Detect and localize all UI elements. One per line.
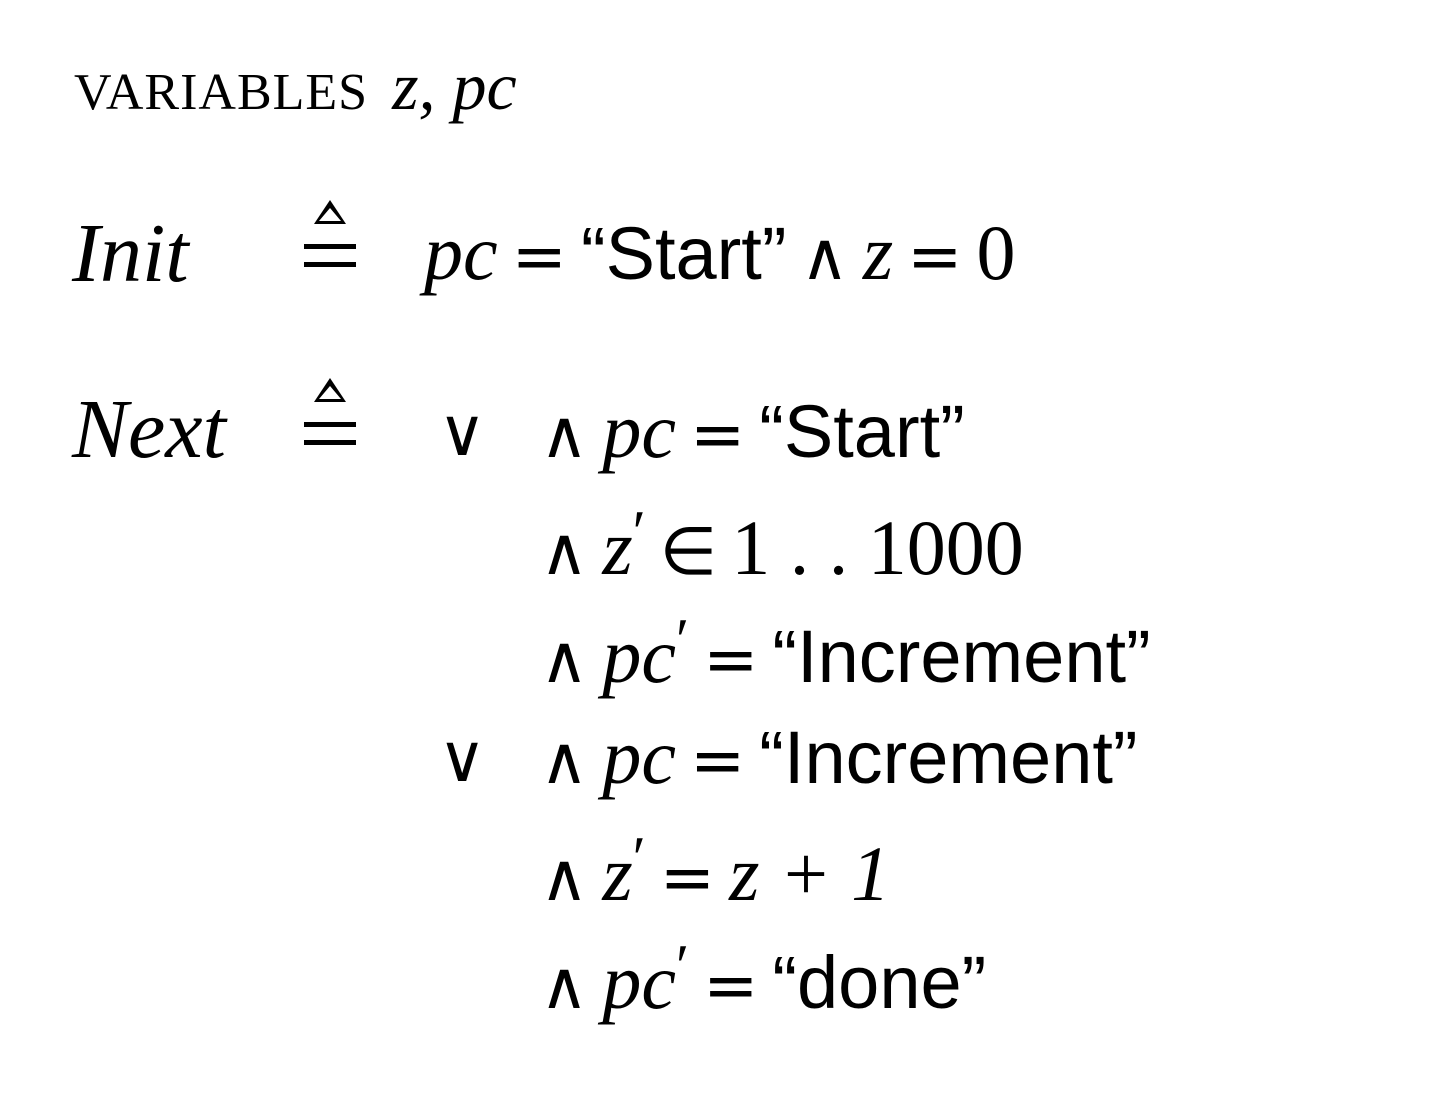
- defined-as-symbol: [300, 378, 360, 458]
- init-and: ∧: [800, 218, 849, 295]
- init-eq-2: =: [907, 218, 963, 295]
- operator: ∈: [659, 513, 718, 590]
- and-symbol: ∧: [540, 722, 589, 799]
- operator: =: [659, 839, 716, 916]
- variables-keyword: VARIABLES: [74, 64, 369, 121]
- prime-mark: ′: [675, 933, 690, 999]
- rhs: 1 . . 1000: [731, 504, 1024, 591]
- disjunct-or-2: ∨: [438, 720, 487, 797]
- conjunct-2-1: ∧ pc = “Increment”: [540, 718, 1138, 796]
- next-name: Next: [72, 383, 226, 476]
- init-var-z: z: [862, 209, 894, 296]
- init-zero: 0: [976, 209, 1016, 296]
- and-symbol: ∧: [540, 839, 589, 916]
- lhs: pc: [602, 387, 676, 474]
- and-symbol: ∧: [540, 513, 589, 590]
- rhs: “Increment”: [772, 615, 1151, 698]
- operator: =: [703, 621, 759, 698]
- operator: =: [689, 396, 746, 473]
- lhs: pc: [602, 713, 676, 800]
- prime-mark: ′: [675, 607, 690, 673]
- prime-mark: ′: [632, 499, 646, 565]
- conjunct-2-3: ∧ pc′ = “done”: [540, 936, 986, 1021]
- init-var-pc: pc: [424, 209, 498, 296]
- conjunct-2-2: ∧ z′ = z + 1: [540, 828, 890, 913]
- conjunct-1-2: ∧ z′ ∈ 1 . . 1000: [540, 502, 1024, 587]
- conjunct-1-1: ∧ pc = “Start”: [540, 392, 965, 470]
- disjunct-or-1: ∨: [438, 394, 487, 471]
- lhs: pc: [602, 612, 676, 699]
- operator: =: [703, 947, 759, 1024]
- lhs: z: [602, 504, 633, 591]
- lhs: pc: [602, 938, 676, 1025]
- and-symbol: ∧: [540, 396, 589, 473]
- and-symbol: ∧: [540, 947, 589, 1024]
- init-name: Init: [72, 207, 189, 300]
- rhs: “done”: [772, 941, 987, 1024]
- operator: =: [689, 722, 746, 799]
- variables-declaration: VARIABLES z, pc: [74, 52, 517, 120]
- lhs: z: [602, 830, 633, 917]
- rhs: “Start”: [759, 390, 965, 473]
- prime-mark: ′: [632, 825, 646, 891]
- init-eq: =: [511, 218, 567, 295]
- tla-spec: VARIABLES z, pc Init pc = “Start” ∧ z = 0 Next …: [0, 0, 1435, 1104]
- init-start-value: “Start”: [580, 212, 787, 295]
- rhs: z + 1: [729, 830, 891, 917]
- defined-as-symbol: [300, 200, 360, 280]
- init-expression: pc = “Start” ∧ z = 0: [424, 214, 1015, 292]
- and-symbol: ∧: [540, 621, 589, 698]
- variables-list: z, pc: [392, 48, 517, 124]
- rhs: “Increment”: [759, 716, 1138, 799]
- conjunct-1-3: ∧ pc′ = “Increment”: [540, 610, 1151, 695]
